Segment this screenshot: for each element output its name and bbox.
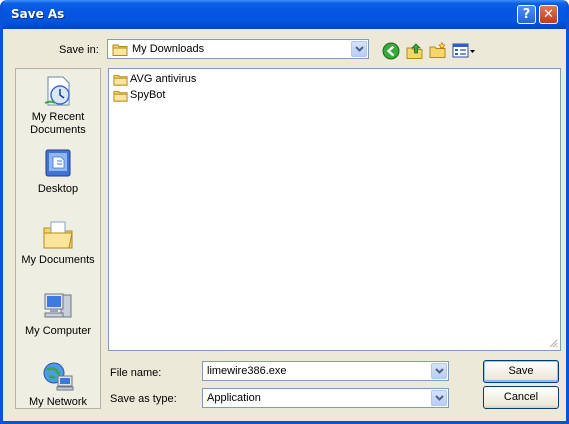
place-label: My Network [28,396,88,408]
back-icon[interactable] [381,41,401,61]
chevron-down-icon[interactable] [431,363,447,379]
places-bar: My Recent Documents Desktop My Documents [15,68,101,409]
help-button[interactable]: ? [517,5,536,24]
place-desktop[interactable]: Desktop [16,147,100,196]
up-one-level-icon[interactable] [405,41,425,61]
new-folder-icon[interactable] [428,41,448,61]
folder-icon [112,44,128,56]
folder-icon [113,74,128,86]
file-name: AVG antivirus [130,73,197,85]
place-my-computer[interactable]: My Computer [16,289,100,338]
save-as-dialog: Save As ? ✕ Save in: My Downloads My Rec… [0,0,569,424]
my-computer-icon [44,293,72,318]
save-as-type-label: Save as type: [110,393,177,405]
file-name: SpyBot [130,89,166,101]
file-name-value: limewire386.exe [207,365,287,377]
views-menu-icon[interactable] [451,41,477,61]
place-label: My Documents [21,254,95,266]
chevron-down-icon[interactable] [351,41,367,57]
close-button[interactable]: ✕ [539,5,558,24]
save-button[interactable]: Save [483,360,559,383]
save-as-type-dropdown[interactable]: Application [202,388,449,408]
file-list[interactable]: AVG antivirus SpyBot [108,68,561,351]
file-name-label: File name: [110,367,162,379]
my-network-icon [43,362,74,391]
cancel-button[interactable]: Cancel [483,386,559,409]
chevron-down-icon[interactable] [431,390,447,406]
save-in-label: Save in: [59,44,99,56]
folder-icon [113,90,128,102]
place-my-network[interactable]: My Network [16,360,100,409]
window-title: Save As [11,7,65,21]
recent-documents-icon [44,76,70,106]
place-my-recent-documents[interactable]: My Recent Documents [16,75,100,137]
place-label: My Recent Documents [30,111,86,136]
place-label: Desktop [37,183,79,195]
place-label: My Computer [24,325,92,337]
title-bar[interactable]: Save As ? ✕ [3,0,566,29]
save-in-value: My Downloads [132,43,205,55]
resize-grip-icon[interactable] [548,338,558,348]
file-name-input[interactable]: limewire386.exe [202,361,449,381]
my-documents-icon [43,221,73,249]
place-my-documents[interactable]: My Documents [16,218,100,267]
save-in-dropdown[interactable]: My Downloads [107,39,369,59]
save-as-type-value: Application [207,392,261,404]
desktop-icon [45,149,71,177]
